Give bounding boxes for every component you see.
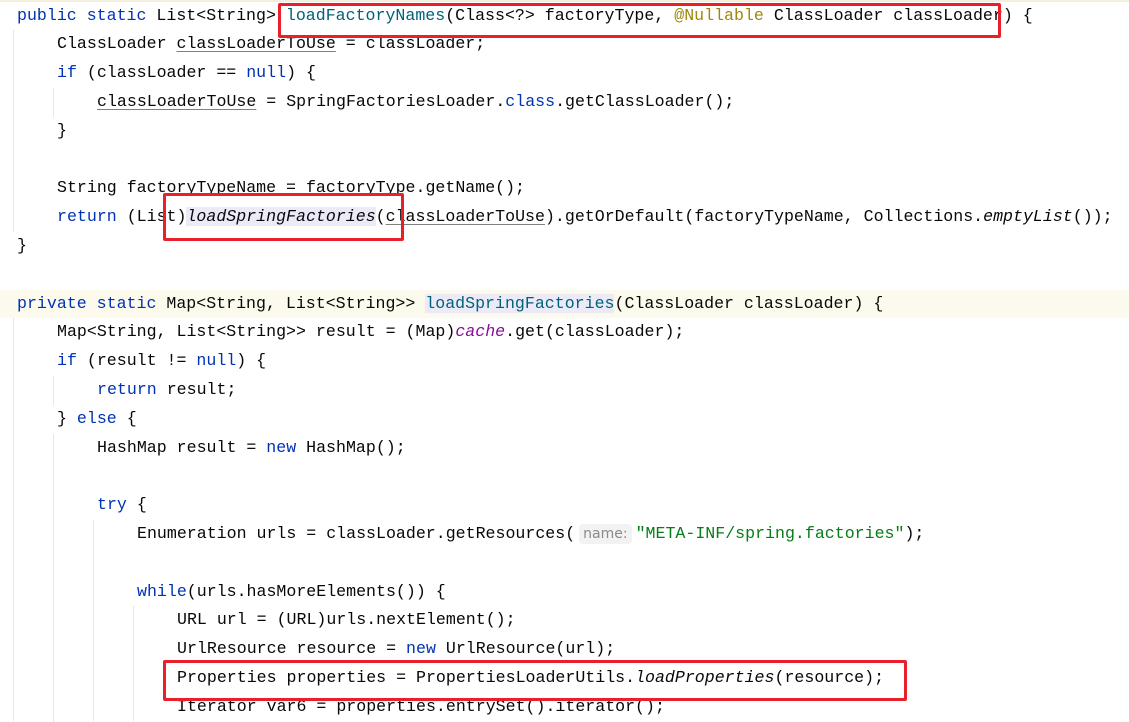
- code-token: {: [126, 495, 147, 515]
- code-token: (classLoader ==: [76, 63, 247, 83]
- code-token: (result !=: [76, 351, 197, 371]
- code-token: URL url = (URL)urls.nextElement();: [177, 610, 516, 630]
- parameter-hint: name:: [579, 523, 632, 544]
- code-line[interactable]: [0, 462, 1129, 491]
- code-token: HashMap();: [296, 437, 406, 457]
- code-line[interactable]: private static Map<String, List<String>>…: [0, 289, 1129, 319]
- code-line[interactable]: }: [0, 117, 1129, 146]
- code-token: while: [137, 581, 187, 601]
- code-token: if: [57, 63, 77, 83]
- code-token: }: [57, 120, 67, 140]
- code-token: classLoaderToUse: [385, 207, 545, 227]
- code-token: Map<String, List<String>> result = (Map): [57, 322, 456, 342]
- code-token: classLoaderToUse: [97, 91, 257, 111]
- code-line[interactable]: HashMap result = new HashMap();: [0, 434, 1129, 463]
- code-line[interactable]: Map<String, List<String>> result = (Map)…: [0, 318, 1129, 347]
- code-line[interactable]: return result;: [0, 376, 1129, 405]
- code-token: new: [266, 437, 297, 457]
- code-token: {: [116, 408, 137, 428]
- code-line[interactable]: [0, 549, 1129, 578]
- code-token: (ClassLoader classLoader) {: [614, 293, 884, 313]
- annotation-box-loadSpringFactories-call: [163, 193, 404, 241]
- code-token: try: [97, 495, 127, 515]
- code-token: ) {: [236, 351, 267, 371]
- code-token: Enumeration urls = classLoader.getResour…: [137, 523, 576, 543]
- code-token: ).getOrDefault(factoryTypeName, Collecti…: [544, 207, 984, 227]
- code-token: result;: [156, 379, 237, 399]
- code-line[interactable]: URL url = (URL)urls.nextElement();: [0, 606, 1129, 635]
- code-token: UrlResource resource =: [177, 639, 407, 659]
- code-token: }: [57, 408, 77, 428]
- code-token: class: [505, 91, 556, 111]
- code-token: = SpringFactoriesLoader.: [256, 91, 506, 111]
- code-line[interactable]: while(urls.hasMoreElements()) {: [0, 578, 1129, 607]
- code-token: new: [406, 639, 436, 659]
- code-line[interactable]: } else {: [0, 405, 1129, 434]
- code-token: Map<String, List<String>>: [166, 293, 426, 313]
- code-line[interactable]: classLoaderToUse = SpringFactoriesLoader…: [0, 88, 1129, 117]
- code-line[interactable]: [0, 261, 1129, 290]
- code-token: UrlResource(url);: [435, 639, 616, 659]
- code-token: if: [57, 351, 77, 371]
- code-line[interactable]: if (result != null) {: [0, 347, 1129, 376]
- code-token: cache: [455, 322, 506, 342]
- code-token: (urls.hasMoreElements()) {: [186, 581, 446, 601]
- code-token: private static: [17, 293, 167, 313]
- code-line[interactable]: [0, 146, 1129, 175]
- code-line[interactable]: Enumeration urls = classLoader.getResour…: [0, 520, 1129, 549]
- code-token: .get(classLoader);: [505, 322, 685, 342]
- code-token: null: [246, 63, 287, 83]
- code-token: HashMap result =: [97, 437, 267, 457]
- code-token: "META-INF/spring.factories": [635, 523, 905, 543]
- code-token: loadSpringFactories: [425, 293, 615, 313]
- code-token: }: [17, 235, 27, 255]
- annotation-box-loadFactoryNames: [278, 3, 1001, 38]
- code-token: .getClassLoader();: [555, 91, 735, 111]
- code-token: ());: [1072, 207, 1113, 227]
- code-token: return: [97, 379, 157, 399]
- code-token: ) {: [286, 63, 316, 83]
- code-token: ClassLoader: [57, 34, 177, 54]
- code-token: emptyList: [983, 207, 1073, 227]
- annotation-box-loadProperties: [163, 660, 907, 701]
- code-token: public static: [17, 5, 157, 25]
- code-token: List<String>: [156, 5, 286, 25]
- code-token: );: [904, 523, 925, 543]
- code-token: null: [196, 351, 237, 371]
- code-editor[interactable]: public static List<String> loadFactoryNa…: [0, 0, 1129, 722]
- code-token: return: [57, 207, 117, 227]
- code-line[interactable]: try {: [0, 491, 1129, 520]
- code-line[interactable]: if (classLoader == null) {: [0, 59, 1129, 88]
- code-token: else: [76, 408, 117, 428]
